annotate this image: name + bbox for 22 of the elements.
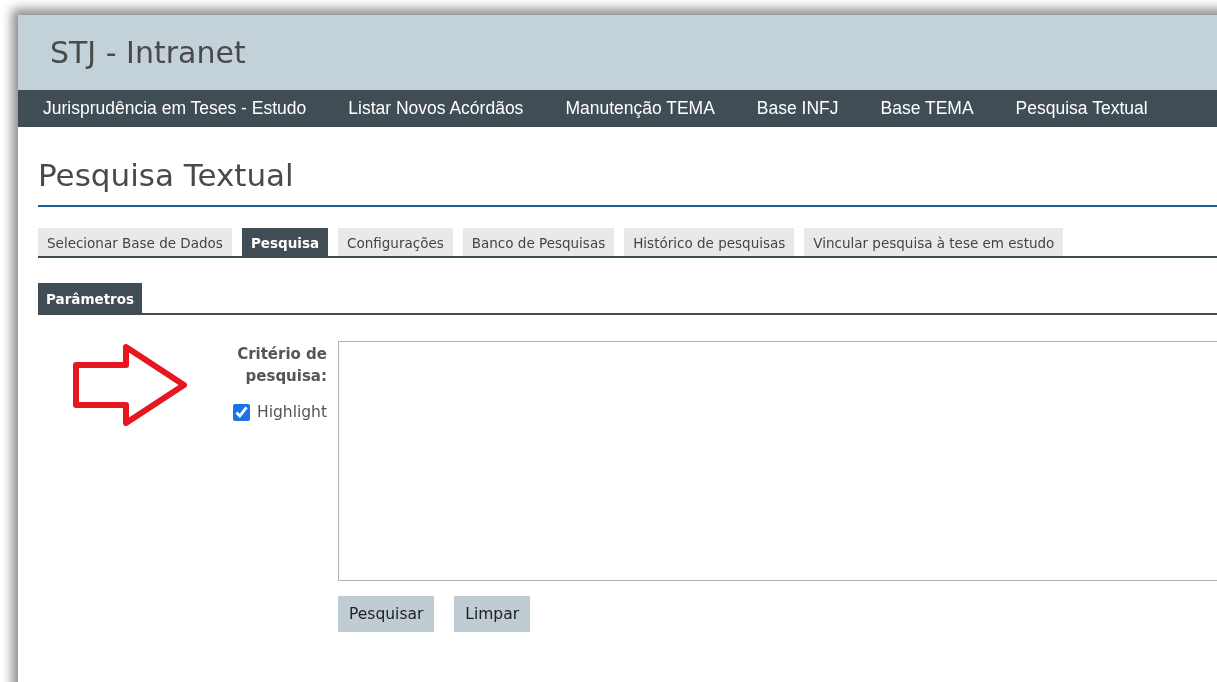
nav-link[interactable]: Pesquisa Textual [994, 98, 1169, 119]
nav-link[interactable]: Listar Novos Acórdãos [327, 98, 545, 119]
tab[interactable]: Banco de Pesquisas [462, 228, 615, 256]
nav-link[interactable]: Base TEMA [859, 98, 995, 119]
tab[interactable]: Histórico de pesquisas [624, 228, 795, 256]
nav-link[interactable]: Jurisprudência em Teses - Estudo [22, 98, 328, 119]
site-title: STJ - Intranet [50, 35, 246, 70]
tab[interactable]: Configurações [338, 228, 453, 256]
form-button[interactable]: Pesquisar [338, 596, 435, 632]
field-label: Critério de pesquisa: [236, 344, 327, 387]
search-criteria-field[interactable] [338, 341, 1217, 581]
nav-link[interactable]: Manutenção TEMA [544, 98, 736, 119]
tab[interactable]: Parâmetros [38, 283, 143, 313]
nav-link[interactable]: Base INFJ [735, 98, 860, 119]
page-title: Pesquisa Textual [38, 127, 1217, 207]
highlight-checkbox[interactable] [233, 403, 250, 421]
form-button[interactable]: Limpar [454, 596, 531, 632]
tab[interactable]: Vincular pesquisa à tese em estudo [804, 228, 1064, 256]
arrow-annotation-icon [73, 344, 189, 426]
tab[interactable]: Pesquisa [241, 228, 329, 256]
tab[interactable]: Selecionar Base de Dados [38, 228, 232, 256]
checkbox-label: Highlight [257, 403, 327, 421]
